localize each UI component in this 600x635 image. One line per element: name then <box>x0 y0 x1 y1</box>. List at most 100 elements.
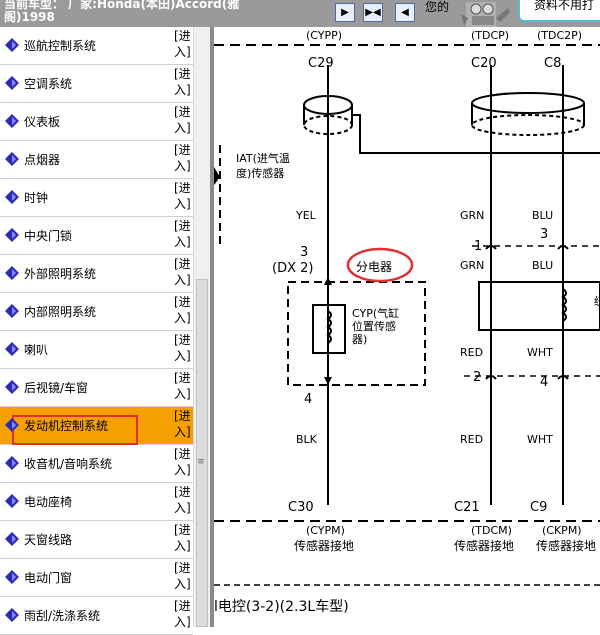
your-text: 您的 <box>425 0 450 14</box>
sidebar-item-label: 后视镜/车窗 <box>24 381 89 395</box>
wire-color-blu: BLU <box>532 209 553 222</box>
robot-mascot-icon <box>461 2 510 27</box>
enter-link[interactable]: [进入] <box>174 104 192 136</box>
sidebar-item-label: 中央门锁 <box>24 229 73 243</box>
wire-color-blk: BLK <box>296 433 318 446</box>
enter-link[interactable]: [进入] <box>174 218 192 250</box>
tdcm-label: (TDCM) <box>471 524 512 537</box>
ad-banner[interactable]: 资料不用打 <box>518 0 600 22</box>
scrollbar-thumb[interactable] <box>196 279 208 627</box>
diamond-bullet-icon <box>5 304 19 318</box>
enter-link[interactable]: [进入] <box>174 66 192 98</box>
enter-link[interactable]: [进入] <box>174 598 192 630</box>
tdcp-label: (TDCP) <box>471 29 509 42</box>
cyp-label-1: CYP(气缸 <box>352 306 399 320</box>
diamond-bullet-icon <box>5 380 19 394</box>
sidebar-item-interior-lighting[interactable]: 内部照明系统 [进入] <box>0 293 193 331</box>
cyp-label-2: 位置传感 <box>352 319 396 333</box>
enter-link[interactable]: [进入] <box>174 332 192 364</box>
prev-button[interactable]: ◀ <box>395 3 415 22</box>
sidebar-item-central-lock[interactable]: 中央门锁 [进入] <box>0 217 193 255</box>
sidebar-item-wiper-washer[interactable]: 雨刮/洗涤系统 [进入] <box>0 597 193 635</box>
sidebar-item-label: 收音机/音响系统 <box>24 457 113 471</box>
wire-color-grn: GRN <box>460 209 484 222</box>
sidebar-item-mirrors-windows[interactable]: 后视镜/车窗 [进入] <box>0 369 193 407</box>
enter-link[interactable]: [进入] <box>174 408 192 440</box>
diagram-canvas: (CYPP) (TDCP) (TDC2P) C29 C20 C8 IAT(进气温… <box>214 29 600 615</box>
pin-4-left: 4 <box>304 392 312 407</box>
iat-label-2: 度)传感器 <box>236 166 284 180</box>
sidebar-item-label: 空调系统 <box>24 77 73 91</box>
enter-link[interactable]: [进入] <box>174 28 192 60</box>
enter-link[interactable]: [进入] <box>174 560 192 592</box>
enter-link[interactable]: [进入] <box>174 446 192 478</box>
sidebar-item-label: 雨刮/洗涤系统 <box>24 609 101 623</box>
diamond-bullet-icon <box>5 152 19 166</box>
next-button[interactable]: ▶ <box>335 3 355 22</box>
tdc2p-label: (TDC2P) <box>537 29 582 42</box>
shield-oval-right <box>471 92 585 114</box>
diamond-bullet-icon <box>5 494 19 508</box>
sidebar-item-instrument-panel[interactable]: 仪表板 [进入] <box>0 103 193 141</box>
wire-color-wht: WHT <box>527 346 553 359</box>
sidebar-item-label: 发动机控制系统 <box>24 419 109 433</box>
sidebar-item-label: 时钟 <box>24 191 49 205</box>
wire-color-red: RED <box>460 346 483 359</box>
diamond-bullet-icon <box>5 608 19 622</box>
scroll-grip-icon: ≡ <box>197 457 205 467</box>
sidebar-item-cruise-control[interactable]: 巡航控制系统 [进入] <box>0 27 193 65</box>
fit-button[interactable]: ▶◀ <box>363 3 383 22</box>
pin-c30: C30 <box>288 500 314 515</box>
sidebar-item-air-conditioning[interactable]: 空调系统 [进入] <box>0 65 193 103</box>
pin-c8: C8 <box>544 56 561 71</box>
diagram-caption: l电控(3-2)(2.3L车型) <box>214 598 349 615</box>
sidebar-item-exterior-lighting[interactable]: 外部照明系统 [进入] <box>0 255 193 293</box>
iat-label-1: IAT(进气温 <box>236 151 290 165</box>
wire-color-wht-2: WHT <box>527 433 553 446</box>
enter-link[interactable]: [进入] <box>174 522 192 554</box>
pin-c9: C9 <box>530 500 547 515</box>
sidebar-item-clock[interactable]: 时钟 [进入] <box>0 179 193 217</box>
enter-link[interactable]: [进入] <box>174 180 192 212</box>
sidebar-item-label: 喇叭 <box>24 343 49 357</box>
sidebar-item-label: 天窗线路 <box>24 533 73 547</box>
sidebar-item-label: 仪表板 <box>24 115 61 129</box>
enter-link[interactable]: [进入] <box>174 370 192 402</box>
wire-color-yel: YEL <box>295 209 317 222</box>
pin-c21: C21 <box>454 500 480 515</box>
dx2-label: (DX 2) <box>272 261 313 276</box>
current-car-model: 当前车型： 厂家:Honda(本田)Accord(雅阁)1998 <box>4 0 240 24</box>
ground-label-3: 传感器接地 <box>536 538 596 553</box>
pin-3-left: 3 <box>300 245 308 260</box>
pin-c20: C20 <box>471 56 497 71</box>
ckpm-label: (CKPM) <box>542 524 582 537</box>
pin-c29: C29 <box>308 56 334 71</box>
sidebar-item-label: 巡航控制系统 <box>24 39 97 53</box>
diamond-bullet-icon <box>5 76 19 90</box>
enter-link[interactable]: [进入] <box>174 256 192 288</box>
sidebar-scrollbar[interactable]: ≡ <box>193 27 211 627</box>
top-bar: 当前车型： 厂家:Honda(本田)Accord(雅阁)1998 ▶ ▶◀ ◀ … <box>0 0 600 27</box>
sidebar-item-power-windows[interactable]: 电动门窗 [进入] <box>0 559 193 597</box>
diamond-bullet-icon <box>5 418 19 432</box>
sidebar-item-label: 电动座椅 <box>24 495 73 509</box>
sidebar-item-sunroof[interactable]: 天窗线路 [进入] <box>0 521 193 559</box>
enter-link[interactable]: [进入] <box>174 142 192 174</box>
pin-2: 2 <box>473 370 481 385</box>
sidebar-item-power-seats[interactable]: 电动座椅 [进入] <box>0 483 193 521</box>
system-sidebar: 巡航控制系统 [进入] 空调系统 [进入] 仪表板 [进入] 点烟器 [进入] … <box>0 27 193 635</box>
enter-link[interactable]: [进入] <box>174 294 192 326</box>
diamond-bullet-icon <box>5 570 19 584</box>
diamond-bullet-icon <box>5 266 19 280</box>
sidebar-item-radio-audio[interactable]: 收音机/音响系统 [进入] <box>0 445 193 483</box>
cypp-label: (CYPP) <box>306 29 342 42</box>
sidebar-item-cigarette-lighter[interactable]: 点烟器 [进入] <box>0 141 193 179</box>
pin-4-right: 4 <box>540 375 548 390</box>
enter-link[interactable]: [进入] <box>174 484 192 516</box>
pin-1: 1 <box>474 239 482 254</box>
distributor-label: 分电器 <box>356 260 392 274</box>
ground-label-1: 传感器接地 <box>294 538 354 553</box>
sidebar-item-horn[interactable]: 喇叭 [进入] <box>0 331 193 369</box>
diamond-bullet-icon <box>5 532 19 546</box>
sidebar-item-engine-control[interactable]: 发动机控制系统 [进入] <box>0 407 193 445</box>
